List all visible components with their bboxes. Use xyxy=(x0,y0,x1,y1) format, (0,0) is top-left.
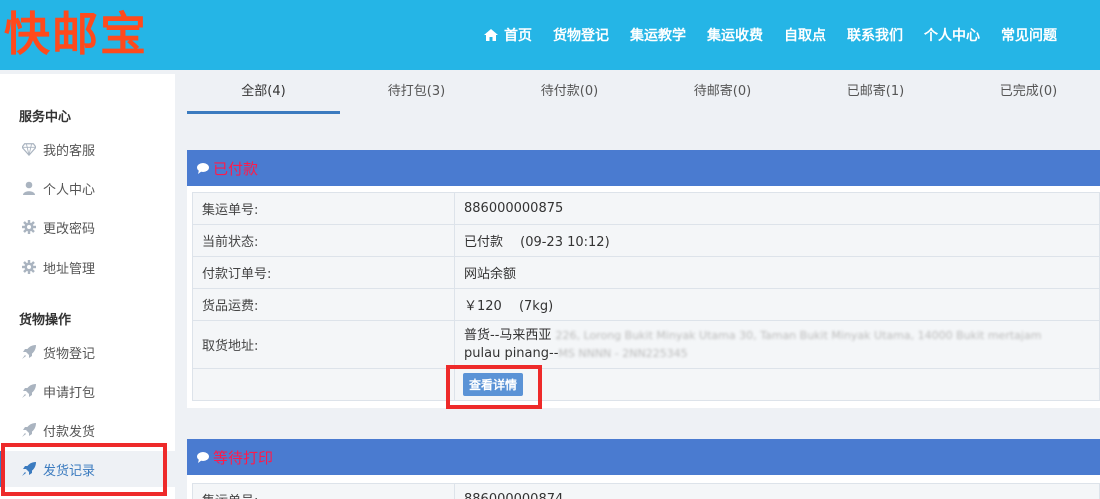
gear-icon xyxy=(22,220,36,234)
table-row: 查看详情 xyxy=(192,368,1100,401)
diamond-icon xyxy=(22,143,36,156)
nav-pickup-point[interactable]: 自取点 xyxy=(784,25,826,45)
tab-all[interactable]: 全部(4) xyxy=(187,74,340,114)
sidebar-item-label: 申请打包 xyxy=(43,385,96,401)
table-row: 付款订单号: 网站余额 xyxy=(192,256,1100,289)
order-panel-2: 等待打印 集运单号: 886000000874 xyxy=(187,439,1100,499)
nav-user-center[interactable]: 个人中心 xyxy=(924,25,980,45)
sidebar-item-label: 地址管理 xyxy=(43,261,96,277)
empty-cell xyxy=(192,368,455,401)
address-blurred-1: 226, Lorong Bukit Minyak Utama 30, Taman… xyxy=(555,328,1042,342)
nav-contact[interactable]: 联系我们 xyxy=(847,25,903,45)
sidebar: 服务中心 我的客服 个人中心 更改密码 地址管理 货物操作 货物登记 申请打包 … xyxy=(0,74,175,499)
user-icon xyxy=(23,181,35,195)
rocket-icon xyxy=(22,384,36,398)
pay-order-label: 付款订单号: xyxy=(192,256,455,289)
tracking-label: 集运单号: xyxy=(192,483,455,499)
table-row: 货品运费: ￥120 (7kg) xyxy=(192,288,1100,321)
gear-icon xyxy=(22,260,36,274)
tab-completed[interactable]: 已完成(0) xyxy=(952,74,1100,114)
nav-cargo-register[interactable]: 货物登记 xyxy=(553,25,609,45)
order-detail-table: 集运单号: 886000000874 xyxy=(192,483,1100,499)
home-icon xyxy=(484,29,498,41)
chat-icon xyxy=(197,162,209,174)
sidebar-item-label: 个人中心 xyxy=(43,182,96,198)
state-label: 当前状态: xyxy=(192,224,455,257)
order-panel-header: 已付款 xyxy=(187,150,1100,186)
nav-home-label: 首页 xyxy=(504,28,532,44)
address-label: 取货地址: xyxy=(192,320,455,369)
sidebar-item-change-password[interactable]: 更改密码 xyxy=(0,209,175,245)
sidebar-item-customer-service[interactable]: 我的客服 xyxy=(0,131,175,167)
pay-order-value: 网站余额 xyxy=(454,256,1100,289)
order-detail-table: 集运单号: 886000000875 当前状态: 已付款 (09-23 10:1… xyxy=(192,192,1100,401)
nav-shipping-guide[interactable]: 集运教学 xyxy=(630,25,686,45)
tracking-value: 886000000874 xyxy=(454,483,1100,499)
order-status-title: 已付款 xyxy=(213,159,259,178)
address-value: 普货--马来西亚 226, Lorong Bukit Minyak Utama … xyxy=(454,320,1100,369)
address-line2: pulau pinang-- xyxy=(464,345,559,361)
tab-pending-payment[interactable]: 待付款(0) xyxy=(493,74,646,114)
sidebar-item-apply-pack[interactable]: 申请打包 xyxy=(0,373,175,409)
tab-pending-pack[interactable]: 待打包(3) xyxy=(340,74,493,114)
actions-cell: 查看详情 xyxy=(454,368,1100,401)
tab-pending-mail[interactable]: 待邮寄(0) xyxy=(646,74,799,114)
highlight-box-records xyxy=(1,443,167,496)
sidebar-item-label: 付款发货 xyxy=(43,424,96,440)
tracking-value: 886000000875 xyxy=(454,192,1100,225)
main-nav: 首页 货物登记 集运教学 集运收费 自取点 联系我们 个人中心 常见问题 xyxy=(484,0,1078,70)
rocket-icon xyxy=(22,345,36,359)
state-value: 已付款 (09-23 10:12) xyxy=(454,224,1100,257)
sidebar-item-cargo-register[interactable]: 货物登记 xyxy=(0,334,175,370)
site-logo[interactable]: 快邮宝 xyxy=(4,4,148,64)
fee-label: 货品运费: xyxy=(192,288,455,321)
chat-icon xyxy=(197,451,209,463)
tab-mailed[interactable]: 已邮寄(1) xyxy=(799,74,952,114)
address-line1: 普货--马来西亚 xyxy=(464,327,552,343)
table-row: 集运单号: 886000000874 xyxy=(192,483,1100,499)
fee-value: ￥120 (7kg) xyxy=(454,288,1100,321)
sidebar-item-label: 更改密码 xyxy=(43,221,96,237)
address-blurred-2: MS NNNN - 2NN225345 xyxy=(558,346,688,360)
nav-home[interactable]: 首页 xyxy=(484,25,532,45)
sidebar-section-service: 服务中心 xyxy=(19,110,72,125)
order-status-title: 等待打印 xyxy=(213,448,274,467)
sidebar-item-address[interactable]: 地址管理 xyxy=(0,249,175,285)
table-row: 当前状态: 已付款 (09-23 10:12) xyxy=(192,224,1100,257)
table-row: 集运单号: 886000000875 xyxy=(192,192,1100,225)
sidebar-item-label: 我的客服 xyxy=(43,143,96,159)
tracking-label: 集运单号: xyxy=(192,192,455,225)
nav-shipping-fees[interactable]: 集运收费 xyxy=(707,25,763,45)
order-panel-header: 等待打印 xyxy=(187,439,1100,475)
order-tabs: 全部(4) 待打包(3) 待付款(0) 待邮寄(0) 已邮寄(1) 已完成(0) xyxy=(187,74,1100,114)
highlight-box-details xyxy=(446,365,542,409)
rocket-icon xyxy=(22,423,36,437)
logo-area[interactable]: 快邮宝 xyxy=(0,0,183,70)
sidebar-section-cargo: 货物操作 xyxy=(19,313,72,328)
table-row: 取货地址: 普货--马来西亚 226, Lorong Bukit Minyak … xyxy=(192,320,1100,369)
order-panel-1: 已付款 集运单号: 886000000875 当前状态: 已付款 (09-23 … xyxy=(187,150,1100,408)
nav-faq[interactable]: 常见问题 xyxy=(1001,25,1057,45)
sidebar-item-user-center[interactable]: 个人中心 xyxy=(0,170,175,206)
sidebar-item-label: 货物登记 xyxy=(43,346,96,362)
top-header: 快邮宝 首页 货物登记 集运教学 集运收费 自取点 联系我们 个人中心 常见问题 xyxy=(0,0,1100,70)
